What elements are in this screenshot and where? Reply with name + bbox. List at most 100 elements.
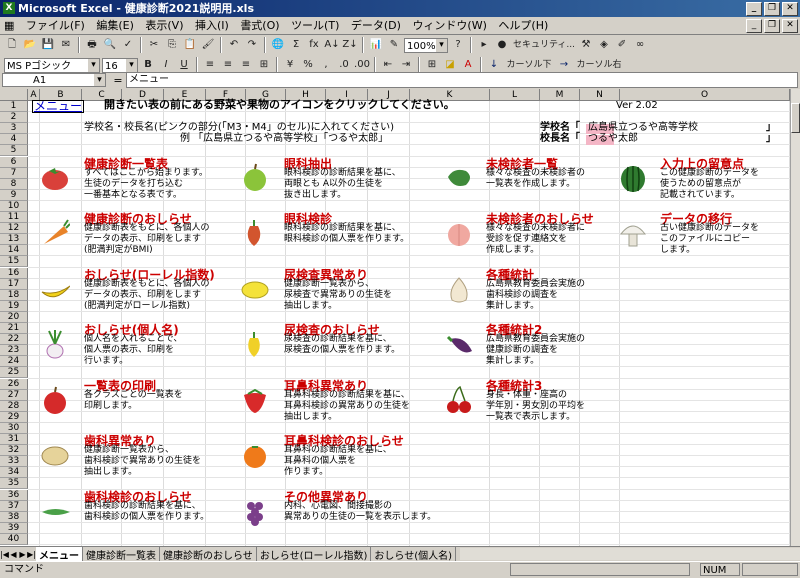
restore-button[interactable]: ❐ <box>764 2 780 16</box>
row-header-32[interactable]: 32 <box>0 445 28 457</box>
row-header-16[interactable]: 16 <box>0 267 28 279</box>
increase-decimal-icon[interactable]: .0 <box>336 57 352 73</box>
doc-close-button[interactable]: ✕ <box>782 19 798 33</box>
row-header-37[interactable]: 37 <box>0 500 28 512</box>
menu-doc-icon[interactable]: ▦ <box>4 19 14 32</box>
print-icon[interactable]: 🖶 <box>84 37 100 53</box>
glasses-icon[interactable]: ∞ <box>632 37 648 53</box>
orange-icon[interactable] <box>240 440 270 470</box>
open-folder-icon[interactable]: 📂 <box>22 37 38 53</box>
select-all-corner[interactable] <box>0 89 28 101</box>
percent-icon[interactable]: % <box>300 57 316 73</box>
column-header-L[interactable]: L <box>490 89 540 101</box>
row-header-5[interactable]: 5 <box>0 145 28 157</box>
tab-name-notice[interactable]: おしらせ(個人名) <box>371 546 457 562</box>
copy-icon[interactable]: ⎘ <box>164 37 180 53</box>
row-header-11[interactable]: 11 <box>0 212 28 224</box>
row-header-6[interactable]: 6 <box>0 156 28 168</box>
menu-help[interactable]: ヘルプ(H) <box>498 19 548 32</box>
cut-icon[interactable]: ✂ <box>146 37 162 53</box>
font-size-select[interactable]: 16 <box>102 57 138 73</box>
toolbox-icon[interactable]: ⚒ <box>578 37 594 53</box>
eggplant-icon[interactable] <box>444 329 474 359</box>
principal-name-input[interactable]: つるや太郎 <box>588 134 638 145</box>
row-header-4[interactable]: 4 <box>0 134 28 146</box>
row-header-30[interactable]: 30 <box>0 422 28 434</box>
row-header-15[interactable]: 15 <box>0 256 28 268</box>
security-button[interactable]: セキュリティ... <box>512 37 576 53</box>
row-header-40[interactable]: 40 <box>0 533 28 545</box>
formula-input[interactable]: メニュー <box>126 72 798 88</box>
row-header-14[interactable]: 14 <box>0 245 28 257</box>
row-header-33[interactable]: 33 <box>0 456 28 468</box>
green-pepper-icon[interactable] <box>444 163 474 193</box>
decrease-decimal-icon[interactable]: .00 <box>354 57 370 73</box>
potato-icon[interactable] <box>40 440 70 470</box>
row-header-12[interactable]: 12 <box>0 223 28 235</box>
tab-laurel-notice[interactable]: おしらせ(ローレル指数) <box>257 546 372 562</box>
currency-icon[interactable]: ¥ <box>282 57 298 73</box>
horizontal-scrollbar[interactable] <box>460 548 800 560</box>
minimize-button[interactable]: _ <box>746 2 762 16</box>
cherry-icon[interactable] <box>444 385 474 415</box>
green-apple-icon[interactable] <box>240 163 270 193</box>
row-header-34[interactable]: 34 <box>0 467 28 479</box>
chart-icon[interactable]: 📊 <box>368 37 384 53</box>
menu-data[interactable]: データ(D) <box>351 19 401 32</box>
row-header-29[interactable]: 29 <box>0 411 28 423</box>
strawberry-icon[interactable] <box>240 385 270 415</box>
doc-minimize-button[interactable]: _ <box>746 19 762 33</box>
font-color-icon[interactable]: A <box>460 57 476 73</box>
banana-icon[interactable] <box>40 274 70 304</box>
grape-icon[interactable] <box>240 496 270 526</box>
tab-prev-icon[interactable]: ◀ <box>9 550 18 559</box>
worksheet-grid[interactable]: A B C D E F G H I J K L M N O 1 2 3 4 5 6 7 8 9 10 11 12 13 14 15 16 17… <box>0 89 790 546</box>
menu-file[interactable]: ファイル(F) <box>26 19 85 32</box>
bold-button[interactable]: B <box>140 57 156 73</box>
column-header-N[interactable]: N <box>580 89 620 101</box>
row-header-23[interactable]: 23 <box>0 345 28 357</box>
row-header-38[interactable]: 38 <box>0 511 28 523</box>
sort-desc-icon[interactable]: Z↓ <box>342 37 358 53</box>
mushroom-icon[interactable] <box>618 218 648 248</box>
align-right-icon[interactable]: ≡ <box>238 57 254 73</box>
tab-health-list[interactable]: 健康診断一覧表 <box>83 546 160 562</box>
hyperlink-icon[interactable]: 🌐 <box>270 37 286 53</box>
row-header-9[interactable]: 9 <box>0 189 28 201</box>
row-header-35[interactable]: 35 <box>0 478 28 490</box>
menu-tools[interactable]: ツール(T) <box>291 19 339 32</box>
cursor-down-icon[interactable]: ↓ <box>486 57 502 73</box>
function-icon[interactable]: fx <box>306 37 322 53</box>
row-header-31[interactable]: 31 <box>0 434 28 446</box>
help-icon[interactable]: ? <box>450 37 466 53</box>
tab-health-notice[interactable]: 健康診断のおしらせ <box>160 546 257 562</box>
carrot-icon[interactable] <box>40 218 70 248</box>
vba-icon[interactable]: ◈ <box>596 37 612 53</box>
cursor-right-button[interactable]: カーソル右 <box>574 57 624 73</box>
comma-icon[interactable]: , <box>318 57 334 73</box>
menu-window[interactable]: ウィンドウ(W) <box>412 19 486 32</box>
redo-icon[interactable]: ↷ <box>244 37 260 53</box>
row-header-28[interactable]: 28 <box>0 400 28 412</box>
menu-edit[interactable]: 編集(E) <box>96 19 134 32</box>
turnip-icon[interactable] <box>40 329 70 359</box>
garlic-icon[interactable] <box>444 274 474 304</box>
row-header-13[interactable]: 13 <box>0 234 28 246</box>
row-header-36[interactable]: 36 <box>0 489 28 501</box>
row-header-39[interactable]: 39 <box>0 522 28 534</box>
lemon-icon[interactable] <box>240 274 270 304</box>
doc-restore-button[interactable]: ❐ <box>764 19 780 33</box>
merge-center-icon[interactable]: ⊞ <box>256 57 272 73</box>
drawing-icon[interactable]: ✎ <box>386 37 402 53</box>
record-macro-icon[interactable]: ● <box>494 37 510 53</box>
cursor-down-button[interactable]: カーソル下 <box>504 57 554 73</box>
row-header-2[interactable]: 2 <box>0 112 28 124</box>
save-icon[interactable]: 💾 <box>40 37 56 53</box>
row-header-18[interactable]: 18 <box>0 289 28 301</box>
new-file-icon[interactable]: 🗋 <box>4 37 20 53</box>
tomato-icon[interactable] <box>40 163 70 193</box>
row-header-22[interactable]: 22 <box>0 334 28 346</box>
row-header-1[interactable]: 1 <box>0 101 28 113</box>
row-header-10[interactable]: 10 <box>0 200 28 212</box>
row-header-7[interactable]: 7 <box>0 167 28 179</box>
